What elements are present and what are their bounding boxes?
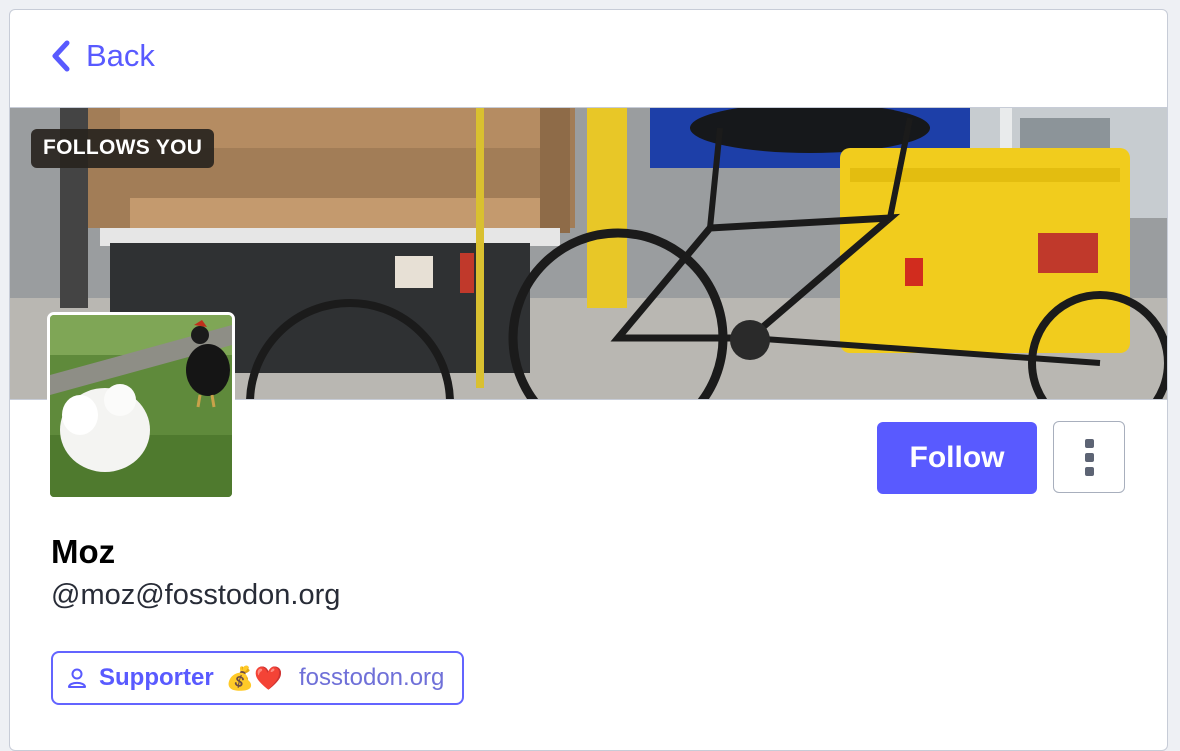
avatar[interactable] — [47, 312, 235, 500]
account-handle: @moz@fosstodon.org — [51, 579, 341, 611]
role-emoji: 💰❤️ — [225, 664, 283, 691]
kebab-menu-icon — [1084, 438, 1094, 476]
more-options-button[interactable] — [1053, 421, 1125, 493]
user-icon — [68, 668, 86, 688]
role-name: Supporter — [99, 664, 214, 691]
chevron-left-icon — [52, 40, 70, 72]
column-header: Back — [10, 10, 1167, 108]
follow-button[interactable]: Follow — [877, 422, 1037, 494]
follows-you-badge: FOLLOWS YOU — [31, 129, 215, 168]
role-domain: fosstodon.org — [298, 664, 445, 691]
profile-card: Back FOLLOWS YOU Follow Moz @moz@fosstod… — [9, 9, 1168, 751]
back-label: Back — [86, 38, 155, 73]
display-name: Moz — [51, 533, 116, 570]
back-button[interactable]: Back — [50, 38, 155, 74]
role-badge: Supporter 💰❤️ fosstodon.org — [51, 651, 465, 705]
